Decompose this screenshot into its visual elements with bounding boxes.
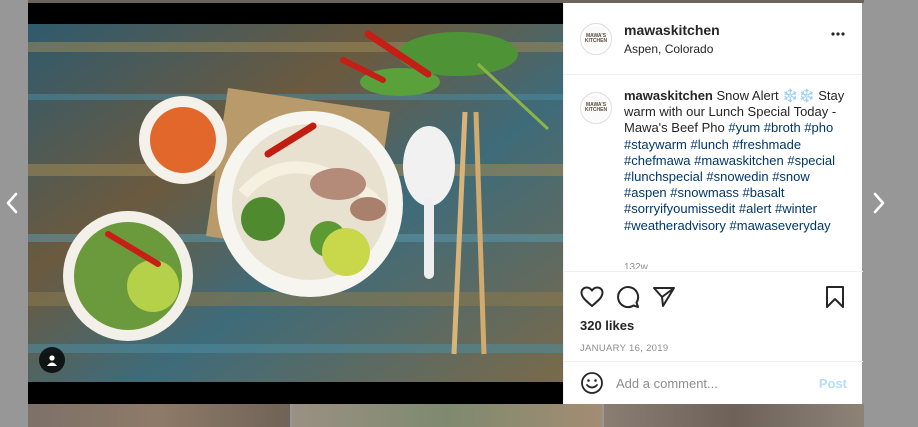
location-link[interactable]: Aspen, Colorado [624,42,720,56]
hashtag-list: #yum #broth #pho #staywarm #lunch #fresh… [624,120,835,232]
caption-username-link[interactable]: mawaskitchen [624,88,713,103]
time-ago[interactable]: 132w [624,263,648,269]
post-date[interactable]: JANUARY 16, 2019 [580,343,847,354]
hashtag-link[interactable]: #snowedin [706,169,768,184]
hashtag-link[interactable]: #freshmade [732,137,801,152]
post-sidebar: MAWA'S KITCHEN mawaskitchen Aspen, Color… [563,3,863,404]
likes-count[interactable]: 320 likes [580,318,847,333]
paper-plane-icon [653,287,675,307]
post-actions: 320 likes JANUARY 16, 2019 [564,271,863,354]
chevron-left-icon [6,192,18,214]
avatar-logo-text: KITCHEN [584,37,608,44]
post-comment-button[interactable]: Post [819,376,847,391]
hashtag-link[interactable]: #lunchspecial [624,169,703,184]
caption-text: mawaskitchen Snow Alert ❄️❄️ Stay warm w… [624,88,847,269]
heart-icon [580,286,604,307]
hashtag-link[interactable]: #mawaskitchen [694,153,784,168]
hashtag-link[interactable]: #winter [775,201,817,216]
user-tag-icon [47,355,57,366]
comment-bar: Post [564,361,863,404]
hashtag-link[interactable]: #weatheradvisory [624,218,726,233]
save-button[interactable] [823,285,847,309]
pho-photo-image [28,24,563,382]
background-grid-tile [292,404,602,427]
emoji-icon [581,372,603,394]
more-options-button[interactable] [828,27,848,41]
hashtag-link[interactable]: #aspen [624,185,667,200]
hashtag-link[interactable]: #snow [772,169,810,184]
hashtag-link[interactable]: #lunch [690,137,728,152]
post-modal: MAWA'S KITCHEN mawaskitchen Aspen, Color… [28,3,863,404]
previous-post-button[interactable] [0,188,24,218]
comment-icon [617,286,640,309]
post-photo[interactable] [28,3,563,404]
tagged-users-button[interactable] [39,347,65,373]
username-link[interactable]: mawaskitchen [624,22,720,38]
background-grid-tile [28,404,290,427]
background-grid-tile [604,404,864,427]
caption-area: MAWA'S KITCHEN mawaskitchen Snow Alert ❄… [564,76,863,269]
hashtag-link[interactable]: #snowmass [670,185,739,200]
hashtag-link[interactable]: #pho [804,120,833,135]
next-post-button[interactable] [867,188,891,218]
hashtag-link[interactable]: #special [787,153,835,168]
hashtag-link[interactable]: #alert [739,201,772,216]
comment-input[interactable] [616,375,819,391]
emoji-button[interactable] [580,371,604,395]
hashtag-link[interactable]: #chefmawa [624,153,690,168]
hashtag-link[interactable]: #yum [728,120,760,135]
hashtag-link[interactable]: #sorryifyoumissedit [624,201,735,216]
avatar-logo-text: KITCHEN [584,107,608,113]
hashtag-link[interactable]: #basalt [743,185,785,200]
hashtag-link[interactable]: #mawaseveryday [730,218,831,233]
avatar[interactable]: MAWA'S KITCHEN [580,22,612,55]
avatar[interactable]: MAWA'S KITCHEN [580,92,612,124]
avatar-logo: MAWA'S KITCHEN [583,95,609,121]
hashtag-link[interactable]: #broth [764,120,801,135]
chevron-right-icon [873,192,885,214]
bookmark-icon [826,286,844,308]
avatar-logo: MAWA'S KITCHEN [583,25,609,52]
more-options-icon [831,32,845,36]
post-header: MAWA'S KITCHEN mawaskitchen Aspen, Color… [564,3,862,75]
hashtag-link[interactable]: #staywarm [624,137,687,152]
comment-button[interactable] [616,285,640,309]
like-button[interactable] [580,285,604,309]
share-button[interactable] [652,285,676,309]
